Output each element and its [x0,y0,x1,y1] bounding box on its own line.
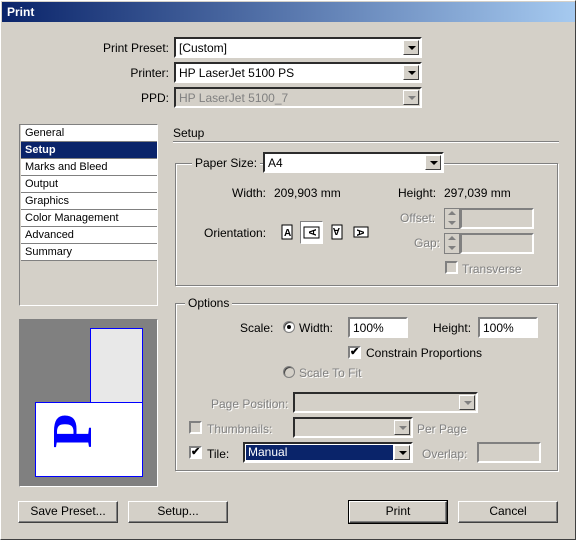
ppd-select: HP LaserJet 5100_7 [174,87,422,108]
transverse-checkbox [445,261,458,274]
width-label: Width: [232,186,267,200]
transverse-label: Transverse [462,262,522,276]
sidebar-item-output[interactable]: Output [21,176,157,193]
sidebar-item-setup[interactable]: Setup [21,142,157,159]
offset-label: Offset: [400,211,436,225]
paper-size-select[interactable]: A4 [263,152,444,173]
scale-height-value: 100% [483,321,514,335]
radio-dot [287,325,291,329]
setup-heading: Setup [173,126,205,140]
save-preset-button[interactable]: Save Preset... [18,501,118,523]
window-title: Print [7,5,35,19]
print-preset-select[interactable]: [Custom] [174,37,422,58]
category-list: General Setup Marks and Bleed Output Gra… [19,124,158,306]
checkmark-icon: ✔ [350,346,360,358]
sidebar-item-color-management[interactable]: Color Management [21,210,157,227]
chevron-down-icon[interactable] [403,40,419,55]
page-position-select [293,392,478,413]
paper-size-label: Paper Size: [192,156,261,170]
thumbnails-checkbox [189,421,202,434]
ppd-label: PPD: [140,91,169,105]
preview-glyph: P [42,413,105,449]
gap-field [460,233,534,254]
sidebar-item-summary[interactable]: Summary [21,244,157,261]
title-bar: Print [2,2,575,22]
chevron-down-icon [459,395,475,410]
svg-text:A: A [308,229,319,236]
scale-width-label: Width: [299,321,334,335]
preview-page: P [35,402,143,477]
offset-field [460,208,534,229]
print-preset-value: [Custom] [179,41,228,55]
print-preset-label: Print Preset: [102,41,169,55]
portrait-icon[interactable]: A [278,223,297,242]
printer-label: Printer: [130,66,169,80]
sidebar-item-advanced[interactable]: Advanced [21,227,157,244]
scale-width-value: 100% [353,321,384,335]
scale-label: Scale: [240,321,274,335]
printer-value: HP LaserJet 5100 PS [179,66,295,80]
landscape-icon[interactable]: A [300,221,323,244]
constrain-proportions-label: Constrain Proportions [366,346,483,360]
page-position-label: Page Position: [211,397,289,411]
chevron-down-icon [394,420,410,435]
reverse-portrait-icon[interactable]: A [328,223,347,242]
offset-spinner [444,208,460,229]
chevron-down-icon[interactable] [394,445,410,460]
scale-width-radio[interactable] [283,321,295,333]
svg-text:A: A [333,225,340,236]
chevron-down-icon[interactable] [403,65,419,80]
setup-button[interactable]: Setup... [128,501,228,523]
gap-label: Gap: [414,236,441,250]
reverse-landscape-icon[interactable]: A [352,223,371,242]
sidebar-item-graphics[interactable]: Graphics [21,193,157,210]
width-value: 209,903 mm [274,186,341,200]
svg-text:A: A [284,228,291,239]
sidebar-item-general[interactable]: General [21,125,157,142]
constrain-proportions-checkbox[interactable]: ✔ [348,346,361,359]
chevron-down-icon[interactable] [425,155,441,170]
orientation-label: Orientation: [204,226,267,240]
print-dialog: Print Print Preset: [Custom] Printer: HP… [0,0,576,540]
tile-checkbox[interactable]: ✔ [189,446,202,459]
tile-select[interactable]: Manual [243,442,413,463]
divider [173,141,559,143]
scale-height-label: Height: [433,321,472,335]
checkmark-icon: ✔ [191,446,201,458]
ppd-value: HP LaserJet 5100_7 [179,91,289,105]
thumbnails-label: Thumbnails: [207,422,273,436]
paper-size-value: A4 [268,156,283,170]
preview-page-tile [90,328,143,408]
scale-height-field[interactable]: 100% [478,317,538,338]
sidebar-item-marks-and-bleed[interactable]: Marks and Bleed [21,159,157,176]
tile-value: Manual [246,445,393,460]
height-value: 297,039 mm [444,186,511,200]
thumbnails-select [293,417,413,438]
page-preview: P [19,319,158,487]
chevron-down-icon [403,90,419,105]
tile-label: Tile: [207,447,230,461]
overlap-label: Overlap: [422,447,468,461]
height-label: Height: [398,186,437,200]
cancel-button[interactable]: Cancel [458,501,558,523]
svg-text:A: A [354,229,365,236]
options-heading: Options [185,296,233,310]
per-page-label: Per Page [417,422,468,436]
print-button[interactable]: Print [348,500,448,524]
printer-select[interactable]: HP LaserJet 5100 PS [174,62,422,83]
scale-to-fit-label: Scale To Fit [299,366,362,380]
gap-spinner [444,233,460,254]
overlap-field [477,442,541,463]
scale-width-field[interactable]: 100% [348,317,408,338]
scale-to-fit-radio [283,366,295,378]
